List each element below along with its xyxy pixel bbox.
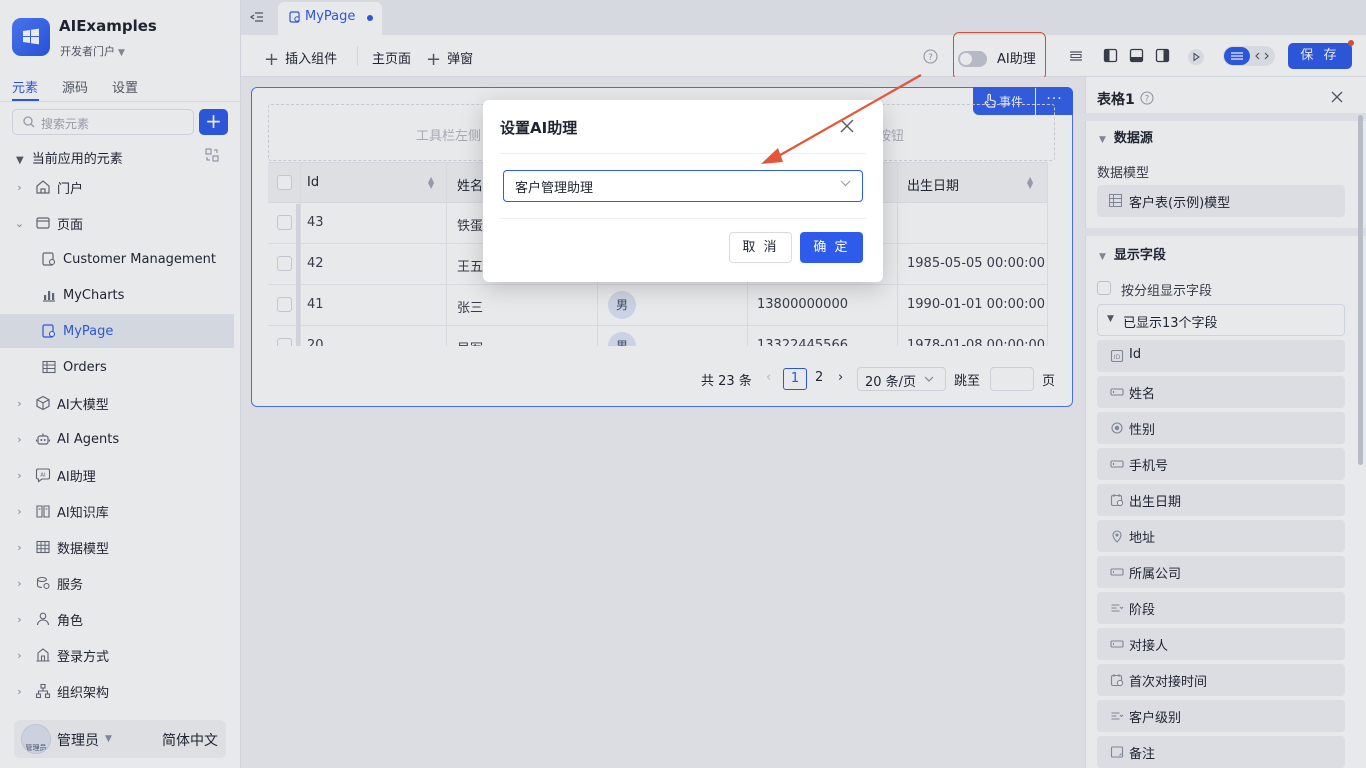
cancel-button[interactable]: 取 消 bbox=[729, 232, 792, 263]
chevron-down-icon[interactable] bbox=[840, 180, 851, 187]
ai-assistant-select-value: 客户管理助理 bbox=[515, 181, 594, 196]
confirm-button[interactable]: 确 定 bbox=[800, 232, 863, 263]
close-icon[interactable] bbox=[839, 118, 855, 134]
dialog-title: 设置AI助理 bbox=[500, 119, 578, 137]
divider bbox=[500, 218, 866, 219]
divider bbox=[500, 153, 866, 154]
